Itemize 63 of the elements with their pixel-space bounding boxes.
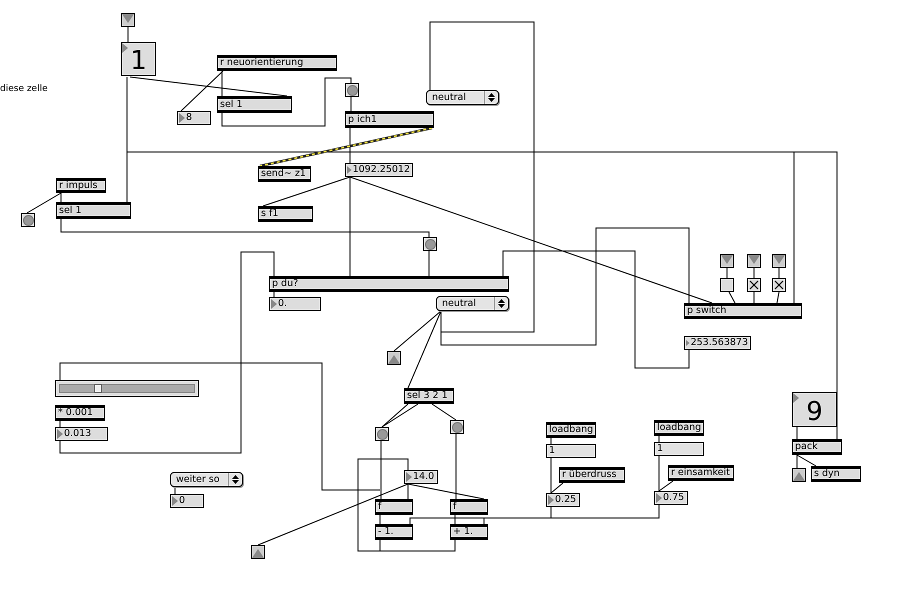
object-box[interactable]: p switch <box>684 303 802 319</box>
inlet-icon <box>720 254 734 268</box>
number-box[interactable]: 14.0 <box>404 470 438 484</box>
number-box[interactable]: 1 <box>121 42 156 76</box>
triangle-icon <box>686 338 690 348</box>
bang-button[interactable] <box>345 83 359 97</box>
object-box[interactable]: f <box>450 499 488 515</box>
object-box[interactable]: sel 1 <box>56 202 131 219</box>
triangle-icon <box>271 299 277 309</box>
object-box[interactable]: * 0.001 <box>55 405 105 421</box>
triangle-icon <box>122 43 128 53</box>
toggle[interactable] <box>720 278 734 292</box>
object-box[interactable]: pack <box>792 439 842 455</box>
inlet-icon <box>747 254 761 268</box>
object-box[interactable]: p ich1 <box>345 111 434 128</box>
triangle-icon <box>347 165 352 175</box>
outlet-icon <box>387 351 401 365</box>
inlet-icon <box>121 13 135 27</box>
bang-button[interactable] <box>450 420 464 434</box>
comment-text: diese zelle <box>0 84 48 94</box>
number-box[interactable]: 9 <box>792 392 837 427</box>
triangle-icon <box>57 429 63 439</box>
triangle-icon <box>406 472 412 482</box>
message-box[interactable]: 1 <box>546 444 596 458</box>
number-box[interactable]: 0 <box>170 494 204 508</box>
updown-arrows-icon <box>488 93 495 102</box>
updown-arrows-icon <box>232 475 239 484</box>
number-box[interactable]: 0.25 <box>546 493 580 507</box>
object-box[interactable]: + 1. <box>450 524 488 540</box>
object-box[interactable]: loadbang <box>654 420 704 436</box>
bang-button[interactable] <box>375 427 389 441</box>
object-box[interactable]: s f1 <box>258 206 313 222</box>
object-box[interactable]: r impuls <box>56 178 106 193</box>
object-box[interactable]: loadbang <box>546 422 596 438</box>
number-box[interactable]: 253.563873 <box>684 336 751 350</box>
object-box[interactable]: r einsamkeit <box>668 465 734 481</box>
message-box[interactable]: 1 <box>654 442 704 456</box>
outlet-icon <box>792 468 806 482</box>
slider-thumb[interactable] <box>94 384 102 393</box>
number-box[interactable]: 0. <box>269 297 321 311</box>
object-box[interactable]: r neuorientierung <box>217 55 337 71</box>
toggle[interactable] <box>772 278 786 292</box>
object-box[interactable]: r überdruss <box>559 467 625 483</box>
number-box[interactable]: 0.013 <box>55 427 108 441</box>
object-box[interactable]: sel 3 2 1 <box>404 388 454 404</box>
number-box[interactable]: 1092.25012 <box>345 163 413 177</box>
outlet-icon <box>251 545 265 559</box>
triangle-icon <box>656 493 662 503</box>
triangle-icon <box>179 113 185 123</box>
triangle-icon <box>548 495 554 505</box>
number-box[interactable]: 0.75 <box>654 491 688 505</box>
object-box[interactable]: sel 1 <box>217 96 292 113</box>
inlet-icon <box>772 254 786 268</box>
triangle-icon <box>793 393 799 403</box>
dropdown-menu[interactable]: weiter so <box>170 472 243 487</box>
dropdown-menu[interactable]: neutral <box>426 90 499 105</box>
triangle-icon <box>172 496 178 506</box>
slider[interactable] <box>55 380 199 397</box>
number-box[interactable]: 8 <box>177 111 211 125</box>
object-box[interactable]: s dyn <box>811 466 861 482</box>
bang-button[interactable] <box>21 213 35 227</box>
patch-cord <box>432 404 456 420</box>
toggle[interactable] <box>747 278 761 292</box>
